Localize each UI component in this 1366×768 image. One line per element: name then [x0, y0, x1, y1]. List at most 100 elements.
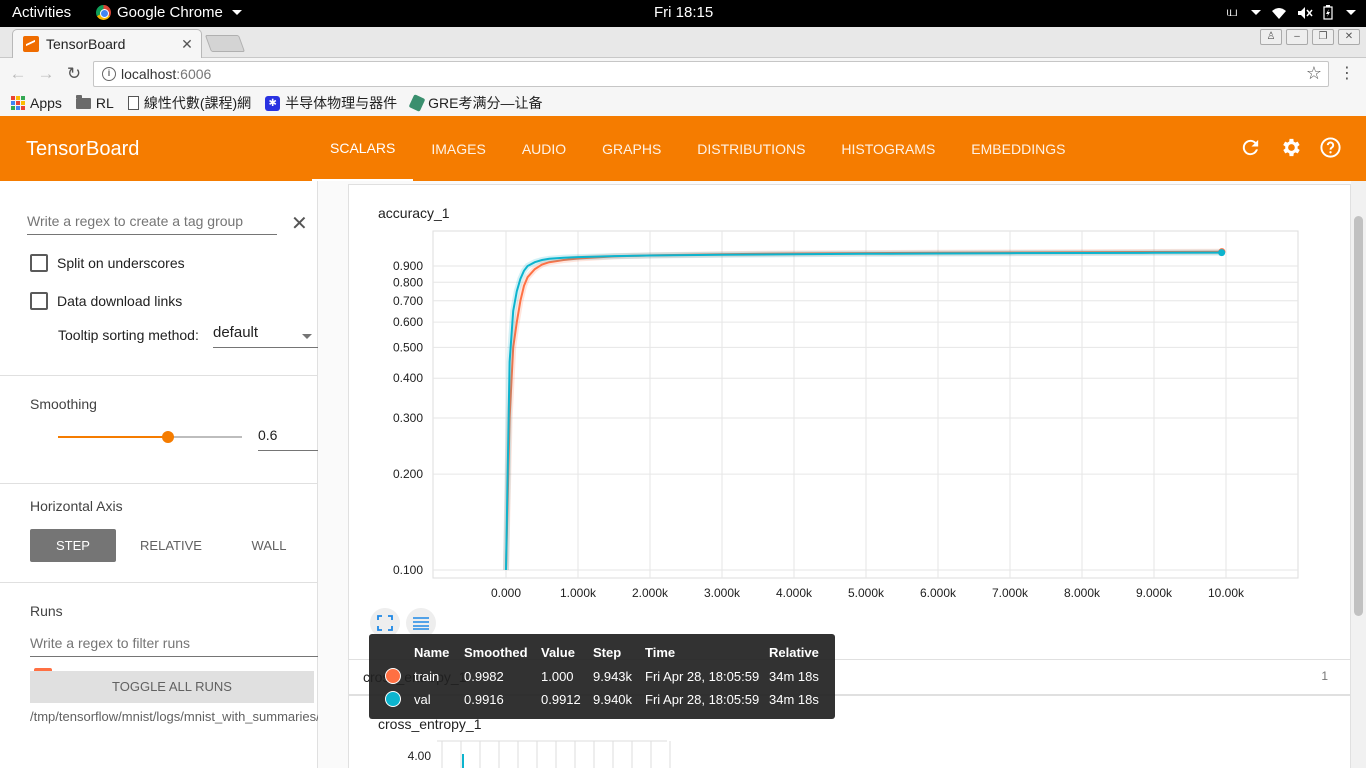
row-name: train	[414, 669, 440, 684]
bookmark-label: 半导体物理与器件	[285, 95, 398, 111]
y-tick-label: 4.00	[408, 749, 432, 763]
bookmark-semiconductor[interactable]: ✱ 半导体物理与器件	[265, 93, 397, 113]
cross-entropy-grid	[437, 740, 671, 768]
refresh-icon[interactable]	[1239, 136, 1262, 159]
address-bar[interactable]: i localhost:6006 ☆	[93, 61, 1329, 87]
scrollbar[interactable]	[1351, 181, 1366, 768]
gear-icon[interactable]	[1279, 136, 1302, 159]
user-icon[interactable]: ♙	[1260, 29, 1282, 45]
clock[interactable]: Fri 18:15	[654, 4, 713, 21]
x-tick-label: 8.000k	[1064, 586, 1101, 600]
chrome-menu-icon[interactable]: ⋮	[1339, 63, 1355, 83]
close-icon[interactable]: ✕	[291, 211, 308, 236]
volume-muted-icon	[1298, 6, 1313, 19]
new-tab-button[interactable]	[204, 35, 246, 52]
col-value: Value	[541, 645, 575, 660]
bookmark-linear-algebra[interactable]: 線性代數(課程)網	[127, 93, 251, 113]
chrome-icon	[96, 5, 111, 20]
activities-button[interactable]: Activities	[12, 4, 71, 21]
row-name: val	[414, 692, 431, 707]
x-tick-label: 10.00k	[1208, 586, 1245, 600]
tab-audio[interactable]: AUDIO	[504, 116, 584, 181]
runs-label: Runs	[30, 603, 63, 619]
tab-images[interactable]: IMAGES	[413, 116, 503, 181]
tooltip-sort-select[interactable]: default	[213, 324, 318, 348]
toggle-all-runs-button[interactable]: TOGGLE ALL RUNS	[30, 671, 314, 703]
system-tray[interactable]: ய	[1226, 3, 1356, 22]
chevron-down-icon	[1251, 10, 1261, 15]
gre-icon	[408, 94, 426, 112]
y-tick-label: 0.200	[393, 467, 423, 481]
system-top-bar: Activities Google Chrome Fri 18:15 ய	[0, 0, 1366, 27]
tab-graphs[interactable]: GRAPHS	[584, 116, 679, 181]
close-icon[interactable]: ✕	[177, 36, 197, 53]
x-tick-label: 9.000k	[1136, 586, 1173, 600]
data-download-option[interactable]: Data download links	[30, 292, 182, 310]
tag-group-count: 1	[1321, 669, 1328, 683]
tag-regex-input[interactable]: Write a regex to create a tag group	[27, 211, 277, 235]
accuracy-chart[interactable]: 0.000 1.000k 2.000k 3.000k 4.000k 5.000k 6.000…	[349, 185, 1352, 605]
app-menu[interactable]: Google Chrome	[96, 4, 242, 21]
horizontal-axis-options: STEP RELATIVE WALL	[30, 529, 324, 562]
bookmarks-bar: Apps RL 線性代數(課程)網 ✱ 半导体物理与器件 GRE考满分—让备	[0, 90, 1366, 116]
help-icon[interactable]	[1319, 136, 1342, 159]
url-port: :6006	[176, 66, 212, 82]
smoothing-slider[interactable]	[58, 431, 242, 443]
accuracy-chart-card: accuracy_1 0.000 1.000k 2.000k 3.000k 4.000k…	[348, 184, 1351, 660]
row-relative: 34m 18s	[769, 692, 819, 707]
x-tick-label: 6.000k	[920, 586, 957, 600]
bookmark-label: Apps	[30, 95, 62, 111]
smoothing-value-input[interactable]: 0.6	[258, 427, 318, 451]
close-window-icon[interactable]: ✕	[1338, 29, 1360, 45]
train-raw-line	[503, 248, 1222, 571]
tag-options-section: Write a regex to create a tag group ✕ Sp…	[0, 181, 318, 376]
bookmark-rl[interactable]: RL	[75, 94, 114, 111]
info-icon[interactable]: i	[102, 67, 116, 81]
bookmark-gre[interactable]: GRE考满分—让备	[408, 93, 543, 113]
window-controls: ♙ – ❐ ✕	[1260, 29, 1360, 45]
tab-title: TensorBoard	[46, 36, 126, 52]
axis-relative-button[interactable]: RELATIVE	[128, 529, 214, 562]
minimize-icon[interactable]: –	[1286, 29, 1308, 45]
browser-toolbar: ← → ↻ i localhost:6006 ☆ ⋮	[0, 58, 1366, 90]
bookmark-apps[interactable]: Apps	[11, 95, 62, 111]
log-directory: /tmp/tensorflow/mnist/logs/mnist_with_su…	[30, 709, 320, 724]
split-underscores-checkbox[interactable]	[30, 254, 48, 272]
y-tick-label: 0.100	[393, 563, 423, 577]
tab-scalars[interactable]: SCALARS	[312, 116, 414, 181]
split-underscores-option[interactable]: Split on underscores	[30, 254, 185, 272]
x-tick-label: 2.000k	[632, 586, 669, 600]
input-method-indicator[interactable]: ய	[1226, 3, 1238, 22]
axis-step-button[interactable]: STEP	[30, 529, 116, 562]
split-underscores-label: Split on underscores	[57, 255, 185, 271]
tab-embeddings[interactable]: EMBEDDINGS	[953, 116, 1083, 181]
tensorboard-header: TensorBoard SCALARS IMAGES AUDIO GRAPHS …	[0, 116, 1366, 181]
scrollbar-thumb[interactable]	[1354, 216, 1363, 616]
y-tick-label: 0.300	[393, 411, 423, 425]
browser-tab[interactable]: TensorBoard ✕	[12, 29, 202, 58]
col-step: Step	[593, 645, 622, 660]
train-color-dot	[385, 668, 401, 684]
tab-strip: TensorBoard ✕ ♙ – ❐ ✕	[0, 27, 1366, 58]
back-arrow-icon[interactable]: ←	[8, 64, 28, 84]
tab-distributions[interactable]: DISTRIBUTIONS	[679, 116, 823, 181]
axis-wall-button[interactable]: WALL	[226, 529, 312, 562]
runs-regex-input[interactable]: Write a regex to filter runs	[30, 635, 318, 657]
data-download-checkbox[interactable]	[30, 292, 48, 310]
y-tick-label: 0.400	[393, 371, 423, 385]
reload-icon[interactable]: ↻	[64, 64, 84, 84]
forward-arrow-icon[interactable]: →	[36, 64, 56, 84]
row-relative: 34m 18s	[769, 669, 819, 684]
col-relative: Relative	[769, 645, 819, 660]
url-host: localhost	[121, 66, 177, 82]
bookmark-star-icon[interactable]: ☆	[1306, 63, 1322, 84]
smoothing-slider-fill	[58, 436, 169, 438]
divider	[0, 483, 318, 484]
app-title: TensorBoard	[26, 138, 140, 160]
restore-icon[interactable]: ❐	[1312, 29, 1334, 45]
tensorboard-favicon-icon	[23, 36, 39, 52]
row-value: 0.9912	[541, 692, 581, 707]
row-step: 9.940k	[593, 692, 633, 707]
tab-histograms[interactable]: HISTOGRAMS	[823, 116, 953, 181]
col-time: Time	[645, 645, 676, 660]
